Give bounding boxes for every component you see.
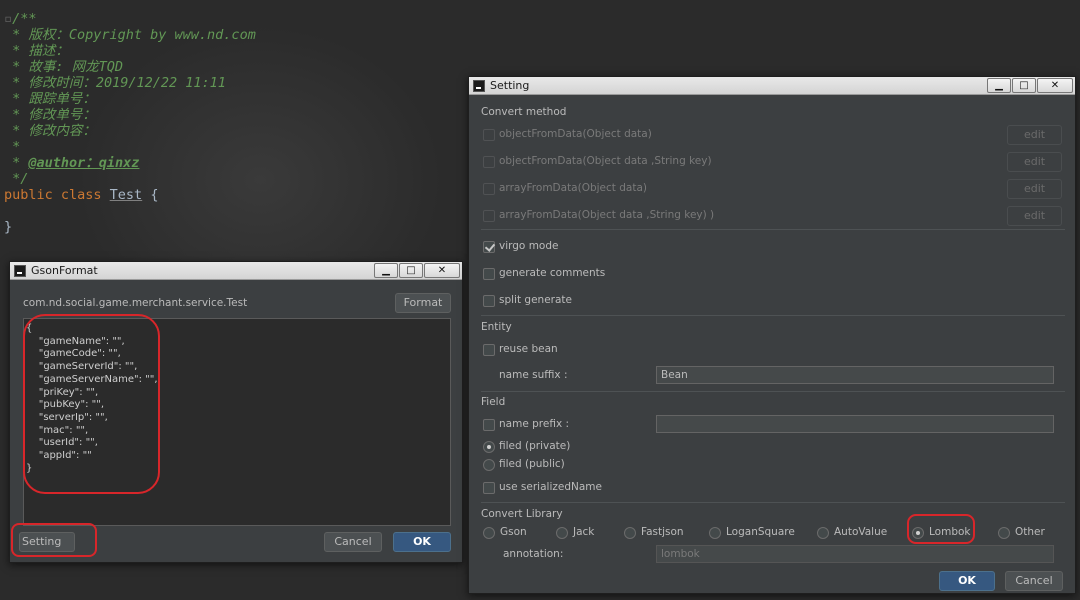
filed-private-radio[interactable]	[483, 441, 495, 453]
edit-button[interactable]: edit	[1007, 206, 1062, 226]
library-radio-jack[interactable]	[556, 527, 568, 539]
generate-comments-label: generate comments	[499, 267, 606, 279]
convert-method-checkbox[interactable]	[483, 183, 495, 195]
reuse-bean-label: reuse bean	[499, 343, 558, 355]
library-radio-autovalue[interactable]	[817, 527, 829, 539]
format-button[interactable]: Format	[395, 293, 451, 313]
library-radio-other[interactable]	[998, 527, 1010, 539]
minimize-button[interactable]: ▁	[374, 263, 398, 278]
divider	[481, 315, 1065, 316]
name-prefix-label: name prefix :	[499, 418, 570, 430]
library-radio-fastjson[interactable]	[624, 527, 636, 539]
class-declaration: public class Test {	[4, 187, 159, 203]
annotation-input[interactable]: lombok	[656, 545, 1054, 563]
class-name[interactable]: Test	[110, 187, 143, 203]
convert-method-label: arrayFromData(Object data ,String key) )	[499, 209, 715, 221]
cancel-button[interactable]: Cancel	[324, 532, 382, 552]
intellij-logo-icon	[14, 265, 26, 277]
convert-method-checkbox[interactable]	[483, 156, 495, 168]
class-path-label: com.nd.social.game.merchant.service.Test	[23, 297, 248, 309]
json-line: "appId": ""	[26, 450, 92, 462]
divider	[481, 229, 1065, 230]
convert-method-heading: Convert method	[481, 106, 567, 118]
library-radio-lombok[interactable]	[912, 527, 924, 539]
json-line: "gameName": "",	[26, 335, 125, 347]
filed-public-label: filed (public)	[499, 458, 565, 470]
json-line: "userId": "",	[26, 437, 98, 449]
json-line: "serverIp": "",	[26, 411, 108, 423]
library-label-jack: Jack	[573, 526, 595, 538]
intellij-logo-icon	[473, 80, 485, 92]
ok-button[interactable]: OK	[393, 532, 451, 552]
author-tag: @author：qinxz	[28, 155, 140, 171]
json-line: }	[26, 462, 33, 474]
window-title: Setting	[490, 79, 530, 92]
virgo-mode-checkbox[interactable]	[483, 241, 495, 253]
convert-method-label: objectFromData(Object data)	[499, 128, 652, 140]
setting-ok-button[interactable]: OK	[939, 571, 995, 591]
window-title: GsonFormat	[31, 264, 98, 277]
split-generate-checkbox[interactable]	[483, 295, 495, 307]
edit-button[interactable]: edit	[1007, 152, 1062, 172]
reuse-bean-checkbox[interactable]	[483, 344, 495, 356]
edit-button[interactable]: edit	[1007, 179, 1062, 199]
library-radio-logansquare[interactable]	[709, 527, 721, 539]
generate-comments-checkbox[interactable]	[483, 268, 495, 280]
library-radio-gson[interactable]	[483, 527, 495, 539]
library-label-autovalue: AutoValue	[834, 526, 888, 538]
filed-private-label: filed (private)	[499, 440, 571, 452]
maximize-button[interactable]: □	[399, 263, 423, 278]
use-serialized-name-checkbox[interactable]	[483, 482, 495, 494]
close-button[interactable]: ✕	[1037, 78, 1073, 93]
edit-button[interactable]: edit	[1007, 125, 1062, 145]
setting-button[interactable]: Setting	[19, 532, 75, 552]
close-button[interactable]: ✕	[424, 263, 460, 278]
json-line: "mac": "",	[26, 424, 89, 436]
divider	[481, 502, 1065, 503]
annotation-label: annotation:	[503, 548, 564, 560]
json-line: "gameServerName": "",	[26, 373, 158, 385]
name-suffix-label: name suffix :	[499, 369, 568, 381]
gsonformat-window: GsonFormat ▁ □ ✕ com.nd.social.game.merc…	[9, 261, 463, 563]
setting-cancel-button[interactable]: Cancel	[1005, 571, 1063, 591]
name-prefix-checkbox[interactable]	[483, 419, 495, 431]
convert-method-checkbox[interactable]	[483, 129, 495, 141]
setting-window: Setting ▁ □ ✕ Convert method objectFromD…	[468, 76, 1076, 594]
name-prefix-input[interactable]	[656, 415, 1054, 433]
convert-method-checkbox[interactable]	[483, 210, 495, 222]
filed-public-radio[interactable]	[483, 459, 495, 471]
library-label-fastjson: Fastjson	[641, 526, 684, 538]
split-generate-label: split generate	[499, 294, 572, 306]
json-input[interactable]: { "gameName": "", "gameCode": "", "gameS…	[23, 318, 451, 526]
library-label-logansquare: LoganSquare	[726, 526, 795, 538]
virgo-mode-label: virgo mode	[499, 240, 559, 252]
maximize-button[interactable]: □	[1012, 78, 1036, 93]
convert-method-label: arrayFromData(Object data)	[499, 182, 647, 194]
json-line: "gameServerId": "",	[26, 361, 138, 373]
json-line: {	[26, 323, 33, 334]
name-suffix-input[interactable]: Bean	[656, 366, 1054, 384]
convert-library-heading: Convert Library	[481, 508, 563, 520]
library-label-gson: Gson	[500, 526, 527, 538]
setting-titlebar[interactable]: Setting ▁ □ ✕	[469, 77, 1075, 95]
library-label-lombok: Lombok	[929, 526, 971, 538]
json-line: "pubKey": "",	[26, 399, 105, 411]
minimize-button[interactable]: ▁	[987, 78, 1011, 93]
use-serialized-name-label: use serializedName	[499, 481, 602, 493]
convert-method-label: objectFromData(Object data ,String key)	[499, 155, 712, 167]
code-line: }	[4, 219, 13, 235]
divider	[481, 391, 1065, 392]
gsonformat-titlebar[interactable]: GsonFormat ▁ □ ✕	[10, 262, 462, 280]
field-heading: Field	[481, 396, 506, 408]
json-line: "gameCode": "",	[26, 348, 121, 360]
library-label-other: Other	[1015, 526, 1045, 538]
json-line: "priKey": "",	[26, 386, 99, 398]
entity-heading: Entity	[481, 321, 512, 333]
